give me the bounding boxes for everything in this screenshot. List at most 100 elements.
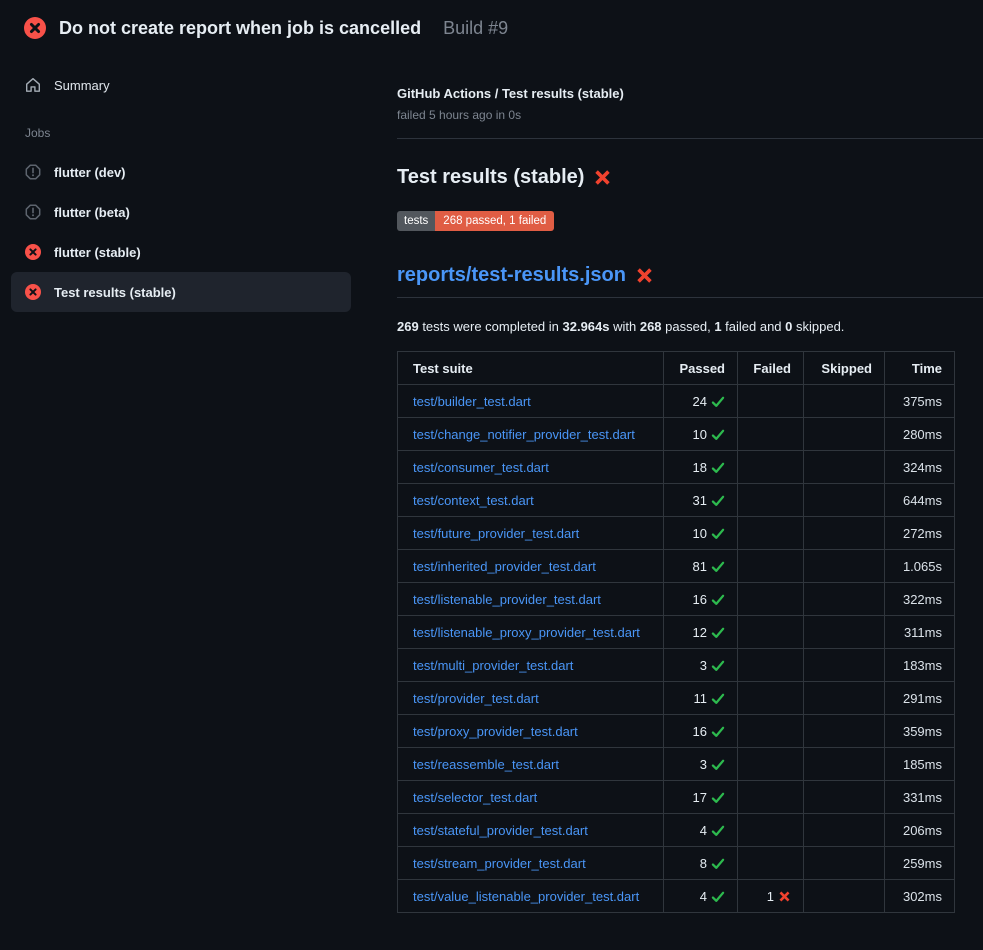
- test-results-table: Test suitePassedFailedSkippedTime test/b…: [397, 351, 955, 913]
- failed-cell: [738, 649, 804, 682]
- breadcrumb: GitHub Actions / Test results (stable): [397, 86, 983, 101]
- report-file-link[interactable]: reports/test-results.json: [397, 264, 626, 287]
- test-suite-link[interactable]: test/future_provider_test.dart: [413, 526, 579, 541]
- failed-cell: [738, 451, 804, 484]
- main-content: GitHub Actions / Test results (stable) f…: [370, 53, 983, 913]
- suite-cell: test/listenable_provider_test.dart: [398, 583, 664, 616]
- test-suite-link[interactable]: test/value_listenable_provider_test.dart: [413, 889, 639, 904]
- red-cross-icon: [593, 168, 612, 187]
- sidebar-item-flutter-beta[interactable]: flutter (beta): [11, 192, 351, 232]
- time-cell: 259ms: [885, 847, 955, 880]
- skipped-cell: [804, 814, 885, 847]
- passed-cell: 81: [664, 550, 738, 583]
- skipped-cell: [804, 781, 885, 814]
- green-check-icon: [711, 494, 725, 508]
- passed-cell: 4: [664, 880, 738, 913]
- test-suite-link[interactable]: test/change_notifier_provider_test.dart: [413, 427, 635, 442]
- jobs-section-heading: Jobs: [25, 126, 370, 140]
- stop-icon: [25, 204, 41, 220]
- column-header-time: Time: [885, 352, 955, 385]
- test-suite-link[interactable]: test/consumer_test.dart: [413, 460, 549, 475]
- suite-cell: test/context_test.dart: [398, 484, 664, 517]
- suite-cell: test/inherited_provider_test.dart: [398, 550, 664, 583]
- suite-cell: test/multi_provider_test.dart: [398, 649, 664, 682]
- time-cell: 185ms: [885, 748, 955, 781]
- time-cell: 206ms: [885, 814, 955, 847]
- test-suite-link[interactable]: test/inherited_provider_test.dart: [413, 559, 596, 574]
- green-check-icon: [711, 626, 725, 640]
- test-suite-link[interactable]: test/stateful_provider_test.dart: [413, 823, 588, 838]
- test-suite-link[interactable]: test/context_test.dart: [413, 493, 534, 508]
- job-item-label: flutter (dev): [54, 165, 126, 180]
- green-check-icon: [711, 593, 725, 607]
- skipped-cell: [804, 847, 885, 880]
- test-suite-link[interactable]: test/provider_test.dart: [413, 691, 539, 706]
- test-suite-link[interactable]: test/multi_provider_test.dart: [413, 658, 573, 673]
- failed-cell: [738, 781, 804, 814]
- table-row: test/provider_test.dart 11 291ms: [398, 682, 955, 715]
- failed-cell: [738, 583, 804, 616]
- test-suite-link[interactable]: test/stream_provider_test.dart: [413, 856, 586, 871]
- sidebar-item-flutter-dev[interactable]: flutter (dev): [11, 152, 351, 192]
- passed-cell: 18: [664, 451, 738, 484]
- table-row: test/future_provider_test.dart 10 272ms: [398, 517, 955, 550]
- test-suite-link[interactable]: test/selector_test.dart: [413, 790, 537, 805]
- skipped-cell: [804, 484, 885, 517]
- test-suite-link[interactable]: test/proxy_provider_test.dart: [413, 724, 578, 739]
- test-suite-link[interactable]: test/builder_test.dart: [413, 394, 531, 409]
- passed-cell-count: 16: [693, 724, 707, 739]
- summary-number: 32.964s: [563, 319, 610, 334]
- green-check-icon: [711, 890, 725, 904]
- table-row: test/change_notifier_provider_test.dart 1…: [398, 418, 955, 451]
- badge-value: 268 passed, 1 failed: [435, 211, 554, 231]
- jobs-list: flutter (dev) flutter (beta) flutter (stab…: [0, 152, 370, 312]
- time-cell: 331ms: [885, 781, 955, 814]
- failed-cell: [738, 484, 804, 517]
- passed-cell: 12: [664, 616, 738, 649]
- summary-text: skipped.: [792, 319, 844, 334]
- home-icon: [25, 77, 41, 93]
- passed-cell: 8: [664, 847, 738, 880]
- skipped-cell: [804, 616, 885, 649]
- suite-cell: test/provider_test.dart: [398, 682, 664, 715]
- passed-cell: 4: [664, 814, 738, 847]
- tests-status-badge: tests 268 passed, 1 failed: [397, 211, 554, 231]
- time-cell: 183ms: [885, 649, 955, 682]
- sidebar-item-flutter-stable[interactable]: flutter (stable): [11, 232, 351, 272]
- job-item-label: flutter (beta): [54, 205, 130, 220]
- table-row: test/context_test.dart31644ms: [398, 484, 955, 517]
- sidebar-item-test-results-stable[interactable]: Test results (stable): [11, 272, 351, 312]
- column-header-passed: Passed: [664, 352, 738, 385]
- skipped-cell: [804, 715, 885, 748]
- table-row: test/listenable_proxy_provider_test.dart…: [398, 616, 955, 649]
- failed-cell: [738, 385, 804, 418]
- summary-text: failed and: [722, 319, 786, 334]
- table-row: test/consumer_test.dart 18 324ms: [398, 451, 955, 484]
- stop-icon: [25, 164, 41, 180]
- column-header-skipped: Skipped: [804, 352, 885, 385]
- build-number: Build #9: [443, 18, 508, 39]
- time-cell: 375ms: [885, 385, 955, 418]
- test-suite-link[interactable]: test/listenable_proxy_provider_test.dart: [413, 625, 640, 640]
- skipped-cell: [804, 451, 885, 484]
- green-check-icon: [711, 527, 725, 541]
- test-suite-link[interactable]: test/reassemble_test.dart: [413, 757, 559, 772]
- passed-cell-count: 4: [700, 823, 707, 838]
- passed-cell: 3: [664, 748, 738, 781]
- passed-cell: 16: [664, 715, 738, 748]
- failed-cell: [738, 847, 804, 880]
- test-suite-link[interactable]: test/listenable_provider_test.dart: [413, 592, 601, 607]
- green-check-icon: [711, 659, 725, 673]
- time-cell: 291ms: [885, 682, 955, 715]
- suite-cell: test/selector_test.dart: [398, 781, 664, 814]
- time-cell: 272ms: [885, 517, 955, 550]
- failed-cell: [738, 517, 804, 550]
- passed-cell: 11: [664, 682, 738, 715]
- passed-cell-count: 11: [694, 691, 708, 706]
- time-cell: 324ms: [885, 451, 955, 484]
- sidebar-item-summary[interactable]: Summary: [0, 71, 370, 99]
- suite-cell: test/listenable_proxy_provider_test.dart: [398, 616, 664, 649]
- table-header-row: Test suitePassedFailedSkippedTime: [398, 352, 955, 385]
- passed-cell: 10: [664, 517, 738, 550]
- passed-cell: 10: [664, 418, 738, 451]
